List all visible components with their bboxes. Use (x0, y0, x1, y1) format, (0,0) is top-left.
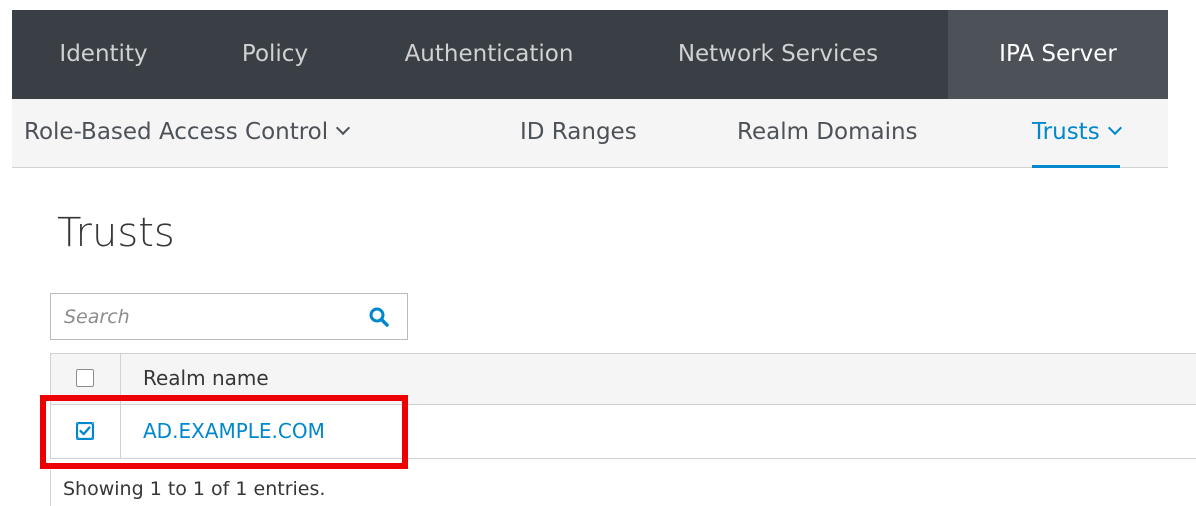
nav-item-identity[interactable]: Identity (12, 10, 195, 99)
sub-nav-trusts[interactable]: Trusts (1032, 99, 1122, 168)
nav-item-ipa-server[interactable]: IPA Server (948, 10, 1168, 99)
realm-name-link[interactable]: AD.EXAMPLE.COM (143, 419, 325, 443)
sub-nav-trusts-label: Trusts (1032, 119, 1100, 145)
row-checkbox-checked[interactable] (76, 422, 94, 440)
sub-nav-id-ranges[interactable]: ID Ranges (520, 99, 637, 165)
column-divider (120, 354, 121, 404)
sub-nav: Role-Based Access Control ID Ranges Real… (12, 99, 1168, 168)
search-icon[interactable] (369, 307, 389, 327)
nav-item-network-services[interactable]: Network Services (623, 10, 933, 99)
column-divider (120, 405, 121, 458)
sub-nav-rbac-label: Role-Based Access Control (24, 119, 329, 145)
search-input[interactable] (51, 294, 364, 339)
chevron-down-icon (336, 120, 351, 136)
sub-nav-realm-domains[interactable]: Realm Domains (737, 99, 918, 165)
sub-nav-realm-domains-label: Realm Domains (737, 119, 918, 145)
sub-nav-rbac[interactable]: Role-Based Access Control (24, 99, 351, 165)
column-header-realm-name[interactable]: Realm name (143, 366, 269, 390)
table-row: AD.EXAMPLE.COM (50, 405, 1196, 459)
table-footer: Showing 1 to 1 of 1 entries. (50, 470, 431, 506)
search-box (50, 293, 408, 340)
top-strip (0, 0, 1196, 10)
main-nav: Identity Policy Authentication Network S… (12, 10, 1168, 99)
select-all-checkbox[interactable] (76, 369, 94, 387)
chevron-down-icon (1107, 120, 1122, 136)
table-header: Realm name (50, 353, 1196, 405)
nav-item-authentication[interactable]: Authentication (355, 10, 623, 99)
entries-info: Showing 1 to 1 of 1 entries. (63, 478, 326, 500)
nav-item-policy[interactable]: Policy (195, 10, 355, 99)
page-title: Trusts (57, 210, 175, 256)
sub-nav-id-ranges-label: ID Ranges (520, 119, 637, 145)
